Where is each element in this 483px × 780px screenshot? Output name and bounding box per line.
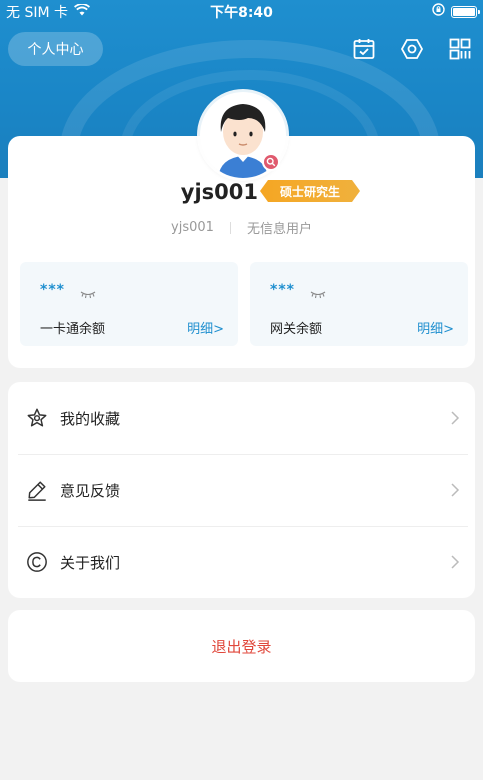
username: yjs001	[180, 180, 258, 204]
chevron-right-icon	[450, 554, 460, 574]
chevron-right-icon	[450, 410, 460, 430]
page-title: 个人中心	[8, 32, 103, 66]
qr-code-icon[interactable]	[447, 36, 473, 62]
user-type: 无信息用户	[246, 222, 312, 237]
card-balance-detail-link[interactable]: 明细>	[187, 318, 224, 337]
card-balance-value: ***	[40, 282, 65, 298]
star-icon	[24, 405, 50, 431]
pencil-icon	[24, 477, 50, 503]
gateway-balance-detail-link[interactable]: 明细>	[417, 318, 454, 337]
header-actions	[351, 36, 473, 62]
menu-item-favorites[interactable]: 我的收藏	[18, 382, 468, 454]
separator	[229, 221, 231, 234]
status-bar: 无 SIM 卡 下午8:40	[0, 0, 483, 22]
gateway-balance-box: *** 网关余额 明细>	[250, 262, 468, 346]
menu-item-about[interactable]: 关于我们	[18, 526, 468, 598]
card-balance-box: *** 一卡通余额 明细>	[20, 262, 238, 346]
eye-closed-icon[interactable]	[80, 284, 96, 303]
degree-badge: 硕士研究生	[260, 180, 360, 202]
eye-closed-icon[interactable]	[310, 284, 326, 303]
menu-item-label: 我的收藏	[60, 409, 121, 428]
copyright-icon	[24, 549, 50, 575]
menu-item-label: 关于我们	[60, 553, 121, 572]
logout-button[interactable]: 退出登录	[8, 610, 475, 682]
gateway-balance-value: ***	[270, 282, 295, 298]
menu-item-label: 意见反馈	[60, 481, 121, 500]
account-id: yjs001	[171, 220, 214, 235]
gateway-balance-label: 网关余额	[270, 322, 323, 337]
search-badge-icon	[262, 153, 280, 171]
orientation-lock-icon	[432, 3, 445, 20]
profile-sub-info: yjs001 无信息用户	[8, 218, 475, 237]
menu-card: 我的收藏 意见反馈 关于我们	[8, 382, 475, 598]
status-time: 下午8:40	[210, 5, 273, 21]
calendar-check-icon[interactable]	[351, 36, 377, 62]
settings-hexagon-icon[interactable]	[399, 36, 425, 62]
card-balance-label: 一卡通余额	[40, 322, 106, 337]
menu-item-feedback[interactable]: 意见反馈	[18, 454, 468, 526]
battery-icon	[451, 5, 480, 18]
chevron-right-icon	[450, 482, 460, 502]
